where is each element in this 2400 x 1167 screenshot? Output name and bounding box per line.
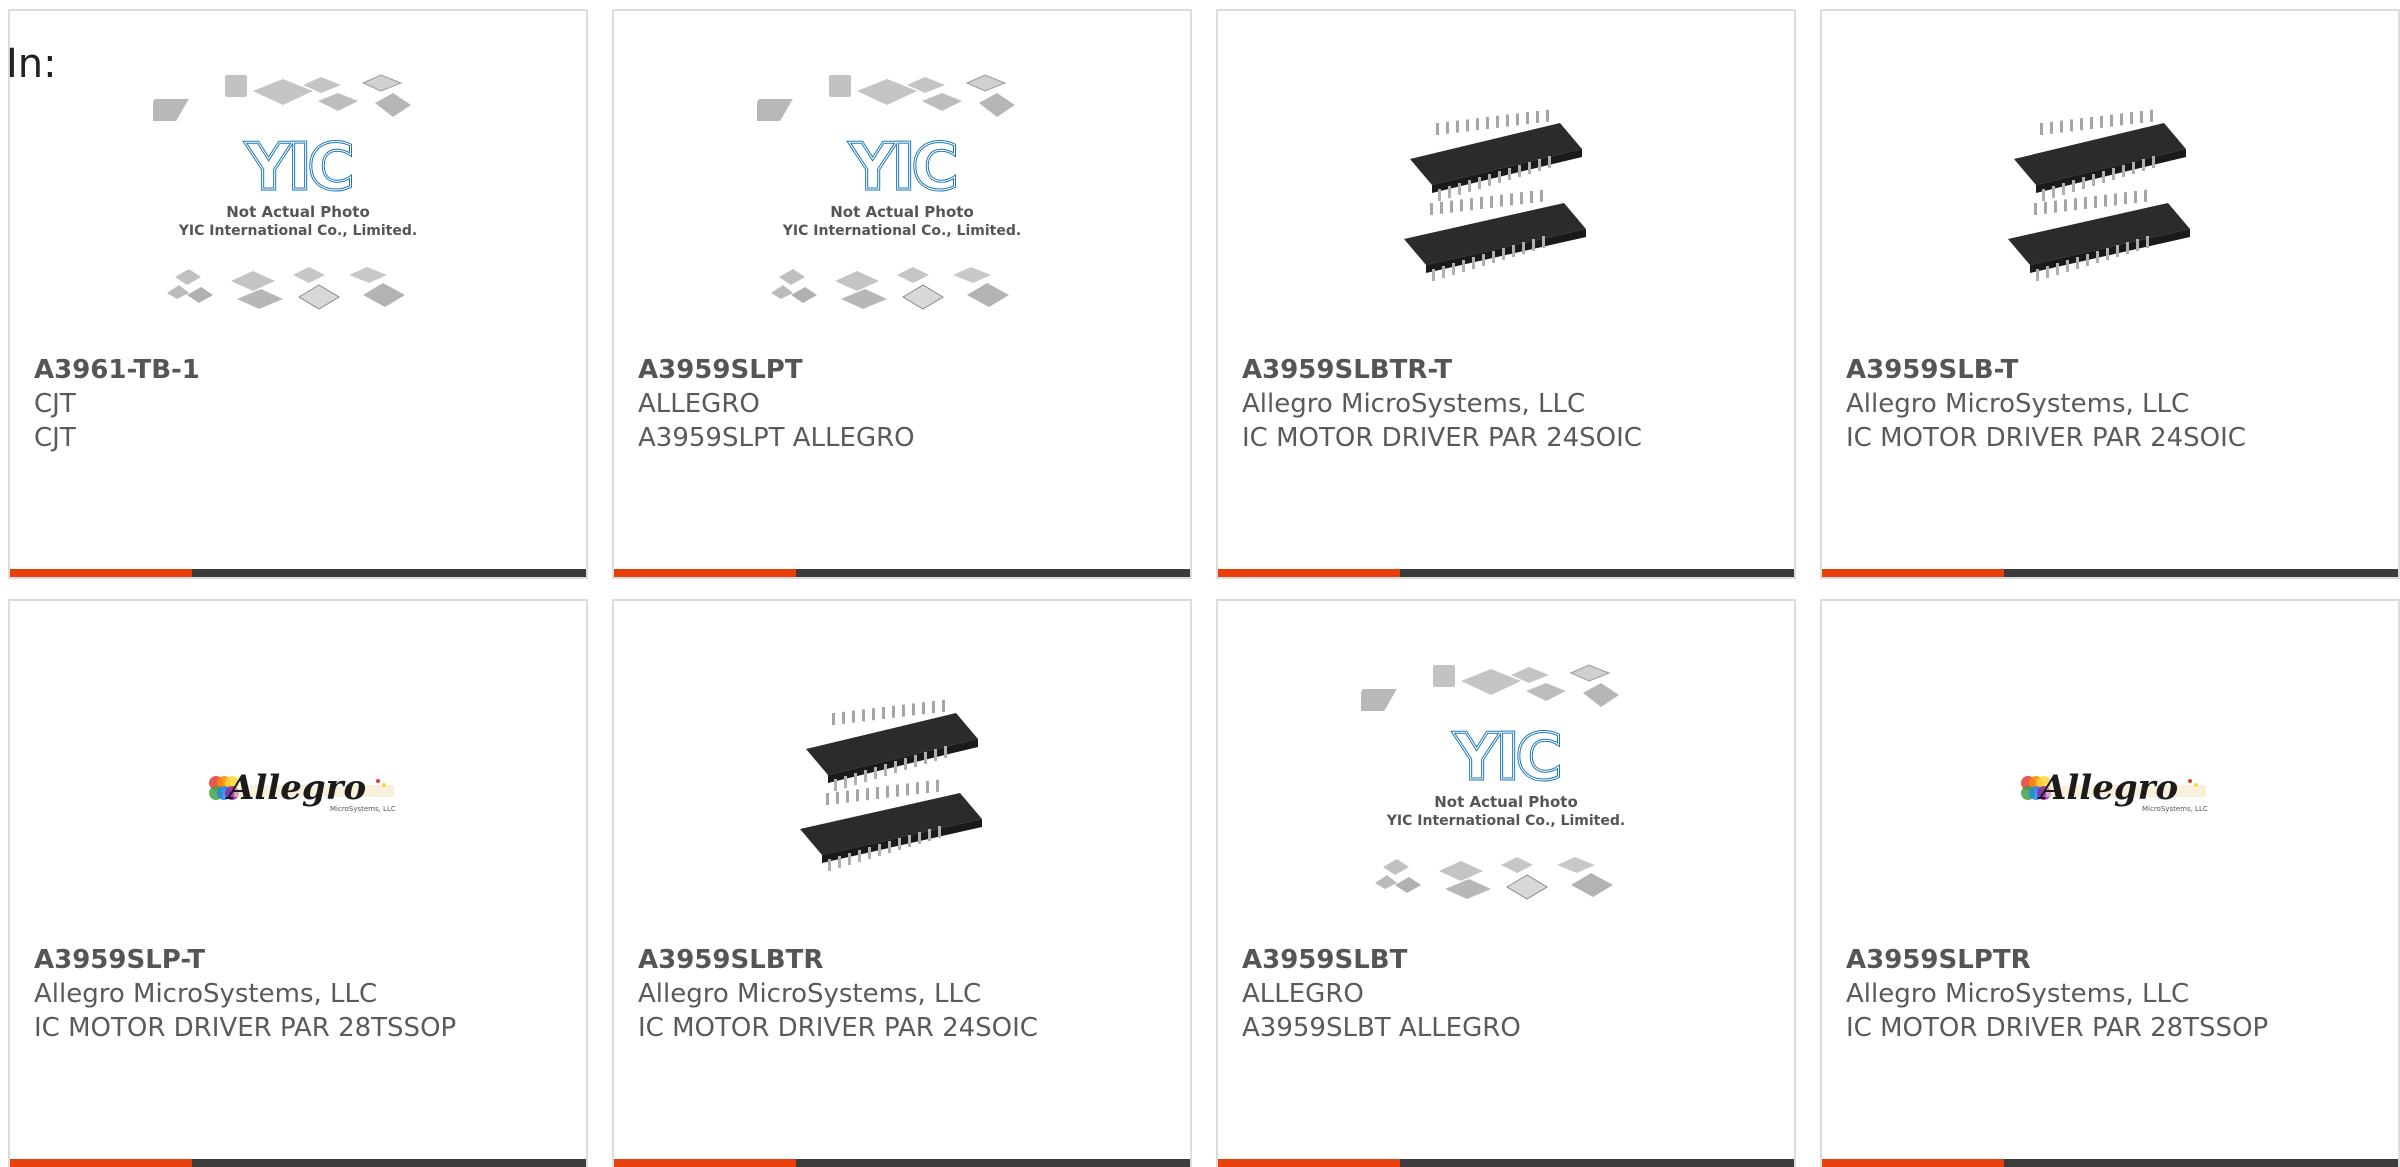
manufacturer-name: Allegro MicroSystems, LLC — [1846, 389, 2190, 419]
allegro-logo-image: AllegroMicroSystems, LLC — [2021, 768, 2208, 813]
bar-dark-segment — [192, 1159, 586, 1167]
bar-accent-segment — [1218, 569, 1400, 577]
svg-text:YIC: YIC — [1452, 721, 1558, 795]
bar-accent-segment — [1822, 1159, 2004, 1167]
bar-dark-segment — [1400, 569, 1794, 577]
bar-dark-segment — [192, 569, 586, 577]
product-description: A3959SLPT ALLEGRO — [638, 423, 915, 453]
card-bottom-bar — [1822, 1159, 2398, 1167]
part-number[interactable]: A3959SLBTR-T — [1242, 353, 1778, 387]
product-info: A3959SLP-T Allegro MicroSystems, LLC IC … — [34, 943, 570, 1045]
not-actual-photo-image: YICYICNot Actual Photo YIC International … — [1361, 664, 1625, 900]
manufacturer-name: Allegro MicroSystems, LLC — [34, 979, 378, 1009]
manufacturer-name: CJT — [34, 389, 76, 419]
product-card[interactable]: YIC YIC Not Actual Photo YIC International … — [1216, 599, 1796, 1167]
manufacturer-name: Allegro MicroSystems, LLC — [1846, 979, 2190, 1009]
svg-text:YIC International Co., Limited: YIC International Co., Limited. — [178, 223, 417, 239]
product-description: CJT — [34, 423, 76, 453]
product-grid: YIC YIC Not Actual Photo YIC International … — [8, 9, 2400, 1167]
soic-chip-image — [1404, 109, 1586, 281]
card-bottom-bar — [10, 569, 586, 577]
bar-dark-segment — [796, 569, 1190, 577]
not-actual-photo-image: YICYICNot Actual Photo YIC International … — [757, 74, 1021, 310]
product-image[interactable]: Allegro MicroSystems, LLC — [1822, 631, 2398, 951]
product-card[interactable]: A3959SLB-T Allegro MicroSystems, LLC IC … — [1820, 9, 2400, 579]
card-bottom-bar — [614, 1159, 1190, 1167]
svg-text:MicroSystems, LLC: MicroSystems, LLC — [2142, 805, 2208, 813]
product-info: A3961-TB-1 CJT CJT — [34, 353, 570, 455]
product-image[interactable]: YIC YIC Not Actual Photo YIC International … — [10, 41, 586, 361]
product-card[interactable]: YIC YIC Not Actual Photo YIC International … — [612, 9, 1192, 579]
product-card[interactable]: Allegro MicroSystems, LLC A3959SLPTR Alle… — [1820, 599, 2400, 1167]
svg-text:Not Actual Photo: Not Actual Photo — [1434, 793, 1578, 811]
yic-logo-icon: YICYIC — [1451, 720, 1564, 797]
card-bottom-bar — [614, 569, 1190, 577]
svg-text:Allegro: Allegro — [225, 768, 366, 808]
bar-accent-segment — [1822, 569, 2004, 577]
product-description: IC MOTOR DRIVER PAR 24SOIC — [638, 1013, 1038, 1043]
svg-text:Not Actual Photo: Not Actual Photo — [226, 203, 370, 221]
bar-accent-segment — [614, 1159, 796, 1167]
product-card[interactable]: A3959SLBTR-T Allegro MicroSystems, LLC I… — [1216, 9, 1796, 579]
product-info: A3959SLPT ALLEGRO A3959SLPT ALLEGRO — [638, 353, 1174, 455]
allegro-logo-image: AllegroMicroSystems, LLC — [209, 768, 396, 813]
bar-accent-segment — [10, 569, 192, 577]
product-description: A3959SLBT ALLEGRO — [1242, 1013, 1521, 1043]
svg-text:Not Actual Photo: Not Actual Photo — [830, 203, 974, 221]
yic-logo-icon: YICYIC — [847, 130, 960, 207]
manufacturer-name: ALLEGRO — [1242, 979, 1364, 1009]
product-info: A3959SLB-T Allegro MicroSystems, LLC IC … — [1846, 353, 2382, 455]
product-listing-page: In: YIC YIC Not Actual Photo YIC Internatio… — [0, 0, 2400, 1167]
svg-text:YIC: YIC — [848, 131, 954, 205]
soic-chip-image — [2008, 109, 2190, 281]
part-number[interactable]: A3959SLPTR — [1846, 943, 2382, 977]
bar-dark-segment — [796, 1159, 1190, 1167]
bar-accent-segment — [10, 1159, 192, 1167]
part-number[interactable]: A3959SLBT — [1242, 943, 1778, 977]
svg-text:MicroSystems, LLC: MicroSystems, LLC — [330, 805, 396, 813]
bar-accent-segment — [614, 569, 796, 577]
product-description: IC MOTOR DRIVER PAR 28TSSOP — [34, 1013, 457, 1043]
product-info: A3959SLBTR Allegro MicroSystems, LLC IC … — [638, 943, 1174, 1045]
card-bottom-bar — [1218, 1159, 1794, 1167]
product-card[interactable]: A3959SLBTR Allegro MicroSystems, LLC IC … — [612, 599, 1192, 1167]
product-image[interactable]: YIC YIC Not Actual Photo YIC International … — [1218, 631, 1794, 951]
svg-text:Allegro: Allegro — [2037, 768, 2178, 808]
bar-dark-segment — [2004, 569, 2398, 577]
product-info: A3959SLBTR-T Allegro MicroSystems, LLC I… — [1242, 353, 1778, 455]
part-number[interactable]: A3959SLPT — [638, 353, 1174, 387]
card-bottom-bar — [1218, 569, 1794, 577]
bar-dark-segment — [2004, 1159, 2398, 1167]
product-description: IC MOTOR DRIVER PAR 28TSSOP — [1846, 1013, 2269, 1043]
product-image[interactable]: Allegro MicroSystems, LLC — [10, 631, 586, 951]
product-card[interactable]: YIC YIC Not Actual Photo YIC International … — [8, 9, 588, 579]
bar-dark-segment — [1400, 1159, 1794, 1167]
product-card[interactable]: Allegro MicroSystems, LLC A3959SLP-T Alle… — [8, 599, 588, 1167]
part-number[interactable]: A3959SLP-T — [34, 943, 570, 977]
product-description: IC MOTOR DRIVER PAR 24SOIC — [1846, 423, 2246, 453]
card-bottom-bar — [10, 1159, 586, 1167]
product-info: A3959SLBT ALLEGRO A3959SLBT ALLEGRO — [1242, 943, 1778, 1045]
svg-text:YIC International Co., Limited: YIC International Co., Limited. — [1386, 813, 1625, 829]
filter-prefix-label: In: — [6, 41, 57, 87]
product-info: A3959SLPTR Allegro MicroSystems, LLC IC … — [1846, 943, 2382, 1045]
bar-accent-segment — [1218, 1159, 1400, 1167]
manufacturer-name: Allegro MicroSystems, LLC — [1242, 389, 1586, 419]
product-image[interactable]: YIC YIC Not Actual Photo YIC International … — [614, 41, 1190, 361]
manufacturer-name: Allegro MicroSystems, LLC — [638, 979, 982, 1009]
soic-chip-image — [800, 699, 982, 871]
card-bottom-bar — [1822, 569, 2398, 577]
product-image[interactable] — [614, 631, 1190, 951]
part-number[interactable]: A3959SLBTR — [638, 943, 1174, 977]
product-image[interactable] — [1218, 41, 1794, 361]
svg-text:YIC International Co., Limited: YIC International Co., Limited. — [782, 223, 1021, 239]
svg-text:YIC: YIC — [244, 131, 350, 205]
product-image[interactable] — [1822, 41, 2398, 361]
manufacturer-name: ALLEGRO — [638, 389, 760, 419]
yic-logo-icon: YICYIC — [243, 130, 356, 207]
part-number[interactable]: A3959SLB-T — [1846, 353, 2382, 387]
part-number[interactable]: A3961-TB-1 — [34, 353, 570, 387]
not-actual-photo-image: YICYICNot Actual Photo YIC International … — [153, 74, 417, 310]
product-description: IC MOTOR DRIVER PAR 24SOIC — [1242, 423, 1642, 453]
